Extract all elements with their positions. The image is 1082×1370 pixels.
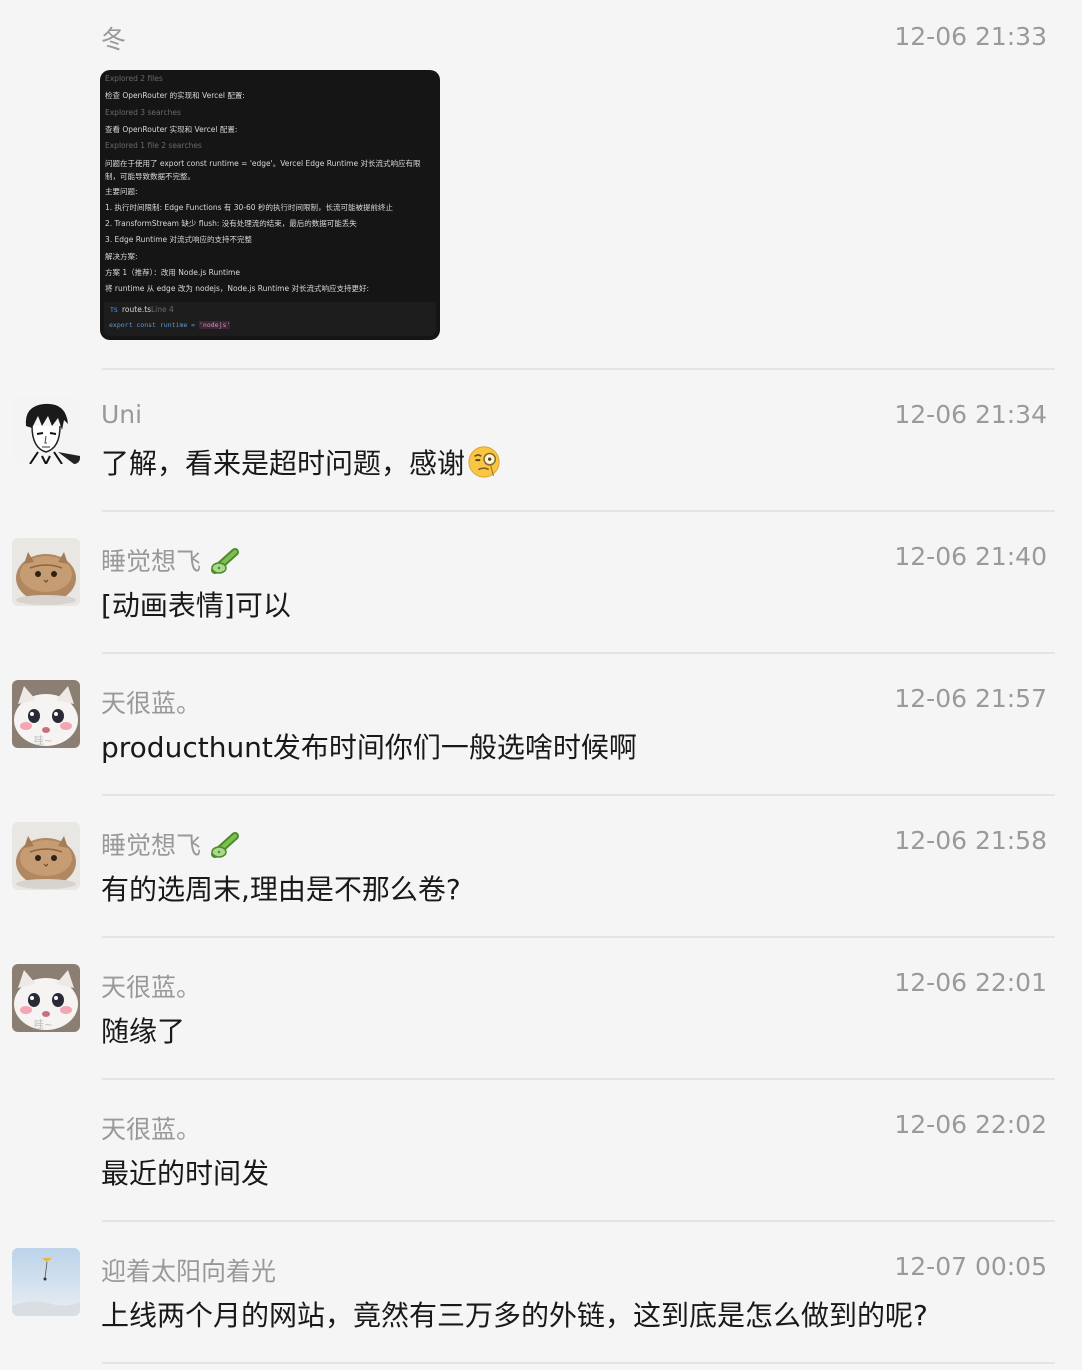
avatar[interactable]: 哇~ (12, 680, 80, 748)
white-cat-avatar-icon: 哇~ (12, 964, 80, 1032)
message-text[interactable]: 最近的时间发 (101, 1152, 269, 1192)
message-time: 12-06 22:02 (894, 1110, 1047, 1139)
message-time: 12-07 00:05 (894, 1252, 1047, 1281)
message-text[interactable]: 有的选周末,理由是不那么卷? (101, 868, 461, 908)
white-cat-avatar-icon: 哇~ (12, 680, 80, 748)
image-text-line: 将 runtime 从 edge 改为 nodejs，Node.js Runti… (105, 284, 369, 293)
message-text-body: 了解，看来是超时问题，感谢 (101, 447, 466, 480)
code-block: TS route.ts Line 4 export const runtime … (104, 302, 436, 336)
message-item: 哇~ 天很蓝。 12-06 21:57 producthunt发布时间你们一般选… (0, 654, 1082, 796)
sender-name[interactable]: 睡觉想飞 (101, 826, 243, 862)
image-text-line: 查看 OpenRouter 实现和 Vercel 配置: (105, 125, 238, 134)
sky-kite-avatar-icon (12, 1248, 80, 1316)
message-time: 12-06 22:01 (894, 968, 1047, 997)
image-text-line: Explored 1 file 2 searches (105, 141, 202, 150)
avatar[interactable] (12, 1248, 80, 1316)
image-text-line: Explored 3 searches (105, 108, 181, 117)
code-line: export const runtime = 'nodejs' (109, 321, 231, 329)
sender-name[interactable]: 睡觉想飞 (101, 542, 243, 578)
image-text-line: 2. TransformStream 缺少 flush: 没有处理流的结束，最后… (105, 219, 357, 228)
avatar-caption: 哇~ (34, 734, 52, 747)
message-item: 睡觉想飞 12-06 21:58 有的选周末,理由是不那么卷? (0, 796, 1082, 938)
avatar[interactable] (12, 396, 80, 464)
message-text[interactable]: 上线两个月的网站，竟然有三万多的外链，这到底是怎么做到的呢? (101, 1294, 928, 1334)
avatar[interactable] (12, 538, 80, 606)
message-time: 12-06 21:34 (894, 400, 1047, 429)
sender-name[interactable]: Uni (101, 400, 142, 429)
code-file-name: route.ts (122, 305, 152, 314)
code-prefix: export const runtime = (109, 321, 200, 329)
message-item: 睡觉想飞 12-06 21:40 [动画表情]可以 (0, 512, 1082, 654)
cat-loaf-avatar-icon (12, 538, 80, 606)
message-divider (102, 1362, 1055, 1364)
sender-name-text: 睡觉想飞 (101, 831, 202, 860)
avatar[interactable]: 哇~ (12, 964, 80, 1032)
screenshot-image[interactable]: Explored 2 files 检查 OpenRouter 的实现和 Verc… (100, 70, 440, 340)
message-time: 12-06 21:33 (894, 22, 1047, 51)
message-item: 天很蓝。 12-06 22:02 最近的时间发 (0, 1080, 1082, 1222)
avatar[interactable] (12, 822, 80, 890)
image-text-line: 检查 OpenRouter 的实现和 Vercel 配置: (105, 91, 245, 100)
sender-name[interactable]: 冬 (101, 20, 126, 56)
avatar-caption: 哇~ (34, 1018, 52, 1031)
image-text-line: 主要问题: (105, 187, 138, 196)
message-text[interactable]: 了解，看来是超时问题，感谢 (101, 442, 501, 482)
message-text[interactable]: producthunt发布时间你们一般选啥时候啊 (101, 726, 637, 766)
message-text[interactable]: [动画表情]可以 (101, 584, 291, 624)
message-text[interactable]: 随缘了 (101, 1010, 185, 1050)
message-time: 12-06 21:57 (894, 684, 1047, 713)
code-line-number: Line 4 (151, 305, 174, 314)
message-item: 冬 12-06 21:33 Explored 2 files 检查 OpenRo… (0, 0, 1082, 370)
image-text-line: 1. 执行时间限制: Edge Functions 有 30-60 秒的执行时间… (105, 203, 393, 212)
sender-name-text: 睡觉想飞 (101, 547, 202, 576)
image-text-line: 3. Edge Runtime 对流式响应的支持不完整 (105, 235, 253, 244)
cat-loaf-avatar-icon (12, 822, 80, 890)
message-item: Uni 12-06 21:34 了解，看来是超时问题，感谢 (0, 370, 1082, 512)
message-item: 哇~ 天很蓝。 12-06 22:01 随缘了 (0, 938, 1082, 1080)
sender-name[interactable]: 天很蓝。 (101, 684, 201, 720)
message-item: 迎着太阳向着光 12-07 00:05 上线两个月的网站，竟然有三万多的外链，这… (0, 1222, 1082, 1370)
anime-sketch-avatar-icon (12, 396, 80, 464)
message-time: 12-06 21:58 (894, 826, 1047, 855)
image-text-line: 制，可能导致数据不完整。 (105, 172, 195, 181)
cucumber-emoji-icon (210, 832, 239, 858)
sender-name[interactable]: 天很蓝。 (101, 1110, 201, 1146)
image-text-line: Explored 2 files (105, 74, 163, 83)
cucumber-emoji-icon (210, 548, 239, 574)
monocle-face-emoji-icon (468, 446, 500, 478)
image-text-line: 方案 1（推荐）：改用 Node.js Runtime (105, 268, 240, 277)
sender-name[interactable]: 天很蓝。 (101, 968, 201, 1004)
code-value: 'nodejs' (199, 321, 231, 329)
message-time: 12-06 21:40 (894, 542, 1047, 571)
ts-file-badge: TS (110, 306, 118, 314)
image-text-line: 解决方案: (105, 252, 138, 261)
sender-name[interactable]: 迎着太阳向着光 (101, 1252, 276, 1288)
image-text-line: 问题在于使用了 export const runtime = 'edge'。Ve… (105, 159, 421, 168)
